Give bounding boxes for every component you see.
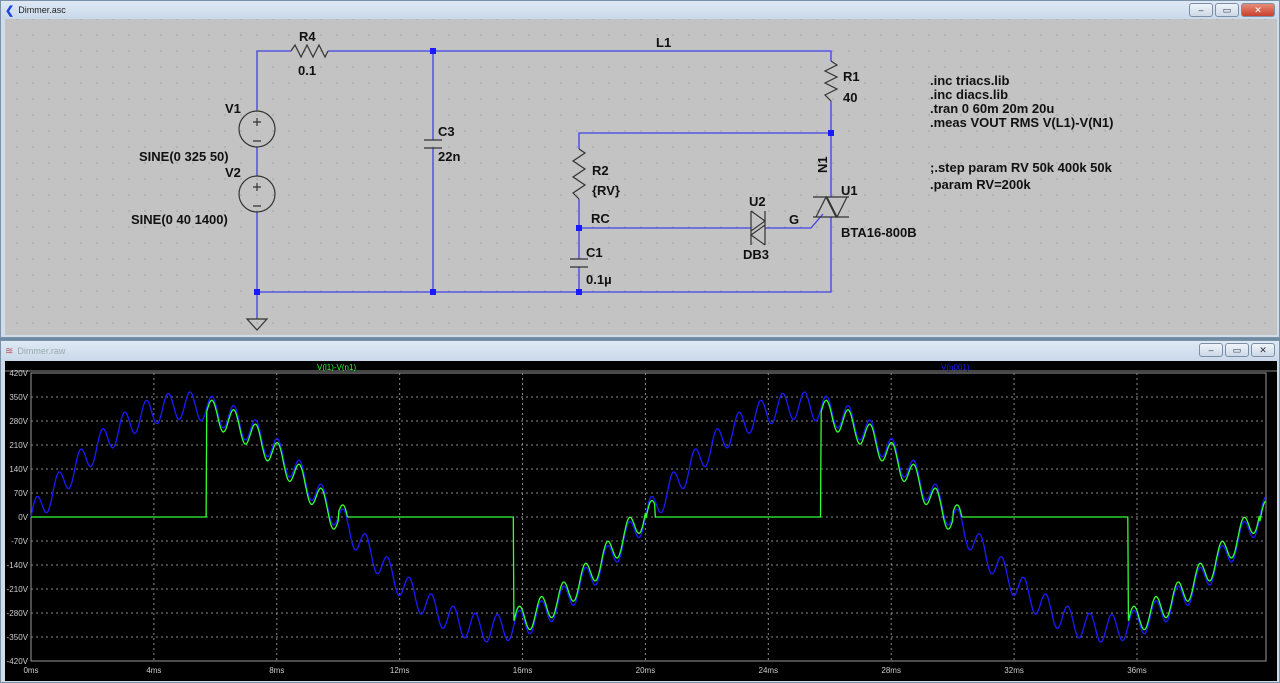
- window-title: Dimmer.asc: [18, 5, 66, 15]
- y-tick-label: -420V: [7, 657, 29, 666]
- y-tick-label: 420V: [9, 369, 28, 378]
- maximize-button[interactable]: ▭: [1215, 3, 1239, 17]
- capacitor-c1: [570, 258, 588, 268]
- schematic-canvas[interactable]: R4 0.1 R1 40 R2 {RV} C3 22n C1 0.1µ V1 S…: [5, 19, 1277, 335]
- x-tick-label: 0ms: [23, 666, 38, 675]
- spice-directives: .inc triacs.lib .inc diacs.lib .tran 0 6…: [930, 73, 1113, 192]
- c1-name: C1: [586, 245, 603, 260]
- x-tick-label: 20ms: [636, 666, 656, 675]
- close-button[interactable]: ✕: [1251, 343, 1275, 357]
- y-tick-label: -280V: [7, 609, 29, 618]
- diac-u2: [749, 210, 767, 246]
- y-tick-label: -140V: [7, 561, 29, 570]
- resistor-r4: [290, 43, 329, 59]
- waveform-icon: ≋: [5, 345, 14, 357]
- x-tick-label: 8ms: [269, 666, 284, 675]
- legend-green[interactable]: V(l1)-V(n1): [317, 363, 356, 372]
- svg-text:.param RV=200k: .param RV=200k: [930, 177, 1031, 192]
- y-tick-label: 140V: [9, 465, 28, 474]
- r4-value: 0.1: [298, 63, 316, 78]
- x-tick-label: 16ms: [513, 666, 533, 675]
- maximize-button[interactable]: ▭: [1225, 343, 1249, 357]
- schematic-drawing: R4 0.1 R1 40 R2 {RV} C3 22n C1 0.1µ V1 S…: [131, 29, 1113, 331]
- net-label-rc: RC: [591, 211, 610, 226]
- svg-text:.inc triacs.lib: .inc triacs.lib: [930, 73, 1010, 88]
- x-tick-label: 32ms: [1004, 666, 1024, 675]
- minimize-button[interactable]: –: [1199, 343, 1223, 357]
- ltspice-schematic-icon: ❮: [5, 4, 15, 17]
- y-tick-label: -70V: [11, 537, 29, 546]
- resistor-r2: [571, 148, 587, 200]
- r2-value: {RV}: [592, 183, 620, 198]
- plot-pane[interactable]: V(l1)-V(n1) V(n001) 420V 350V 280V 210V 140V…: [5, 361, 1277, 681]
- component-symbols: [238, 43, 849, 331]
- schematic-window: ❮ Dimmer.asc – ▭ ✕ R4 0.1 R1 40 R2 {RV} …: [0, 0, 1280, 338]
- svg-text:.inc diacs.lib: .inc diacs.lib: [930, 87, 1008, 102]
- minimize-button[interactable]: –: [1189, 3, 1213, 17]
- r2-name: R2: [592, 163, 609, 178]
- x-tick-label: 36ms: [1127, 666, 1147, 675]
- r4-name: R4: [299, 29, 316, 44]
- v2-value: SINE(0 40 1400): [131, 212, 228, 227]
- v2-name: V2: [225, 165, 241, 180]
- u1-value: BTA16-800B: [841, 225, 917, 240]
- close-button[interactable]: ✕: [1241, 3, 1275, 17]
- y-tick-label: 210V: [9, 441, 28, 450]
- c3-value: 22n: [438, 149, 460, 164]
- net-label-n1: N1: [815, 156, 830, 173]
- waveform-window: ≋ Dimmer.raw – ▭ ✕ V(l1)-V(n1) V(n001) 4…: [0, 340, 1280, 683]
- y-tick-label: 350V: [9, 393, 28, 402]
- r1-name: R1: [843, 69, 860, 84]
- u2-name: U2: [749, 194, 766, 209]
- legend-blue[interactable]: V(n001): [941, 363, 970, 372]
- svg-text:;.step param RV 50k 400k 50k: ;.step param RV 50k 400k 50k: [930, 160, 1113, 175]
- window-title: Dimmer.raw: [17, 346, 66, 356]
- v1-value: SINE(0 325 50): [139, 149, 229, 164]
- trace-v-l1-minus-v-n1: [31, 399, 1266, 631]
- y-tick-label: -210V: [7, 585, 29, 594]
- resistor-r1: [823, 60, 839, 102]
- waveform-plot[interactable]: V(l1)-V(n1) V(n001) 420V 350V 280V 210V 140V…: [5, 361, 1277, 681]
- y-tick-label: 70V: [14, 489, 29, 498]
- y-tick-label: -350V: [7, 633, 29, 642]
- net-label-l1: L1: [656, 35, 671, 50]
- svg-text:.tran 0 60m 20m 20u: .tran 0 60m 20m 20u: [930, 101, 1054, 116]
- schematic-titlebar[interactable]: ❮ Dimmer.asc – ▭ ✕: [1, 1, 1279, 19]
- u1-name: U1: [841, 183, 858, 198]
- net-label-g: G: [789, 212, 799, 227]
- x-tick-label: 28ms: [881, 666, 901, 675]
- x-tick-label: 12ms: [390, 666, 410, 675]
- triac-u1: [813, 195, 849, 219]
- svg-text:.meas VOUT RMS V(L1)-V(N1): .meas VOUT RMS V(L1)-V(N1): [930, 115, 1113, 130]
- c3-name: C3: [438, 124, 455, 139]
- wires: [256, 50, 832, 319]
- v1-name: V1: [225, 101, 241, 116]
- u2-value: DB3: [743, 247, 769, 262]
- ground-symbol: [245, 318, 269, 331]
- capacitor-c3: [424, 139, 442, 149]
- x-tick-label: 4ms: [146, 666, 161, 675]
- c1-value: 0.1µ: [586, 272, 612, 287]
- r1-value: 40: [843, 90, 857, 105]
- labels: R4 0.1 R1 40 R2 {RV} C3 22n C1 0.1µ V1 S…: [131, 29, 1113, 287]
- y-tick-label: 0V: [18, 513, 28, 522]
- y-tick-label: 280V: [9, 417, 28, 426]
- waveform-titlebar[interactable]: ≋ Dimmer.raw – ▭ ✕: [1, 341, 1279, 361]
- x-tick-label: 24ms: [759, 666, 779, 675]
